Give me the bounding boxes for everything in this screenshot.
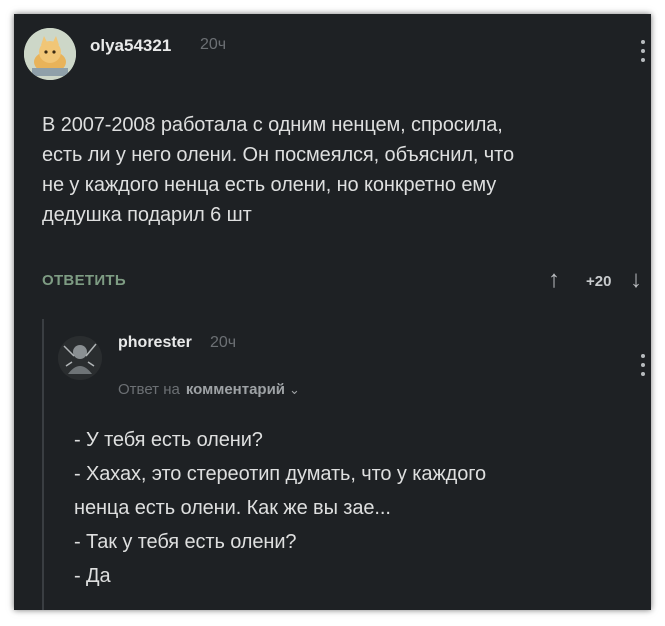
- comment-thread: olya54321 20ч В 2007-2008 работала с одн…: [14, 14, 651, 610]
- reply-avatar[interactable]: [58, 336, 102, 380]
- reply-button[interactable]: ОТВЕТИТЬ: [42, 272, 126, 289]
- kebab-menu-icon[interactable]: [641, 354, 645, 376]
- comment-username[interactable]: olya54321: [90, 36, 171, 56]
- reply-username[interactable]: phorester: [118, 334, 192, 352]
- user-avatar[interactable]: [24, 28, 76, 80]
- comment-rating: +20: [586, 273, 612, 290]
- kebab-menu-icon[interactable]: [641, 40, 645, 62]
- chevron-down-icon[interactable]: ⌄: [289, 382, 300, 397]
- reply-time: 20ч: [210, 334, 237, 351]
- comment-time: 20ч: [200, 36, 227, 53]
- reply-reference: Ответ на комментарий ⌄: [118, 381, 300, 398]
- comment-text: В 2007-2008 работала с одним ненцем, спр…: [42, 114, 514, 226]
- user-avatar-icon: [58, 336, 102, 380]
- reply-target-link[interactable]: комментарий: [186, 381, 285, 398]
- cat-avatar-icon: [24, 28, 76, 80]
- arrow-up-icon[interactable]: ↑: [548, 266, 560, 294]
- reply-text: - У тебя есть олени? - Хахах, это стерео…: [74, 429, 487, 587]
- thread-line: [42, 319, 44, 610]
- arrow-down-icon[interactable]: ↓: [630, 266, 642, 294]
- reply-prefix: Ответ на: [118, 381, 180, 398]
